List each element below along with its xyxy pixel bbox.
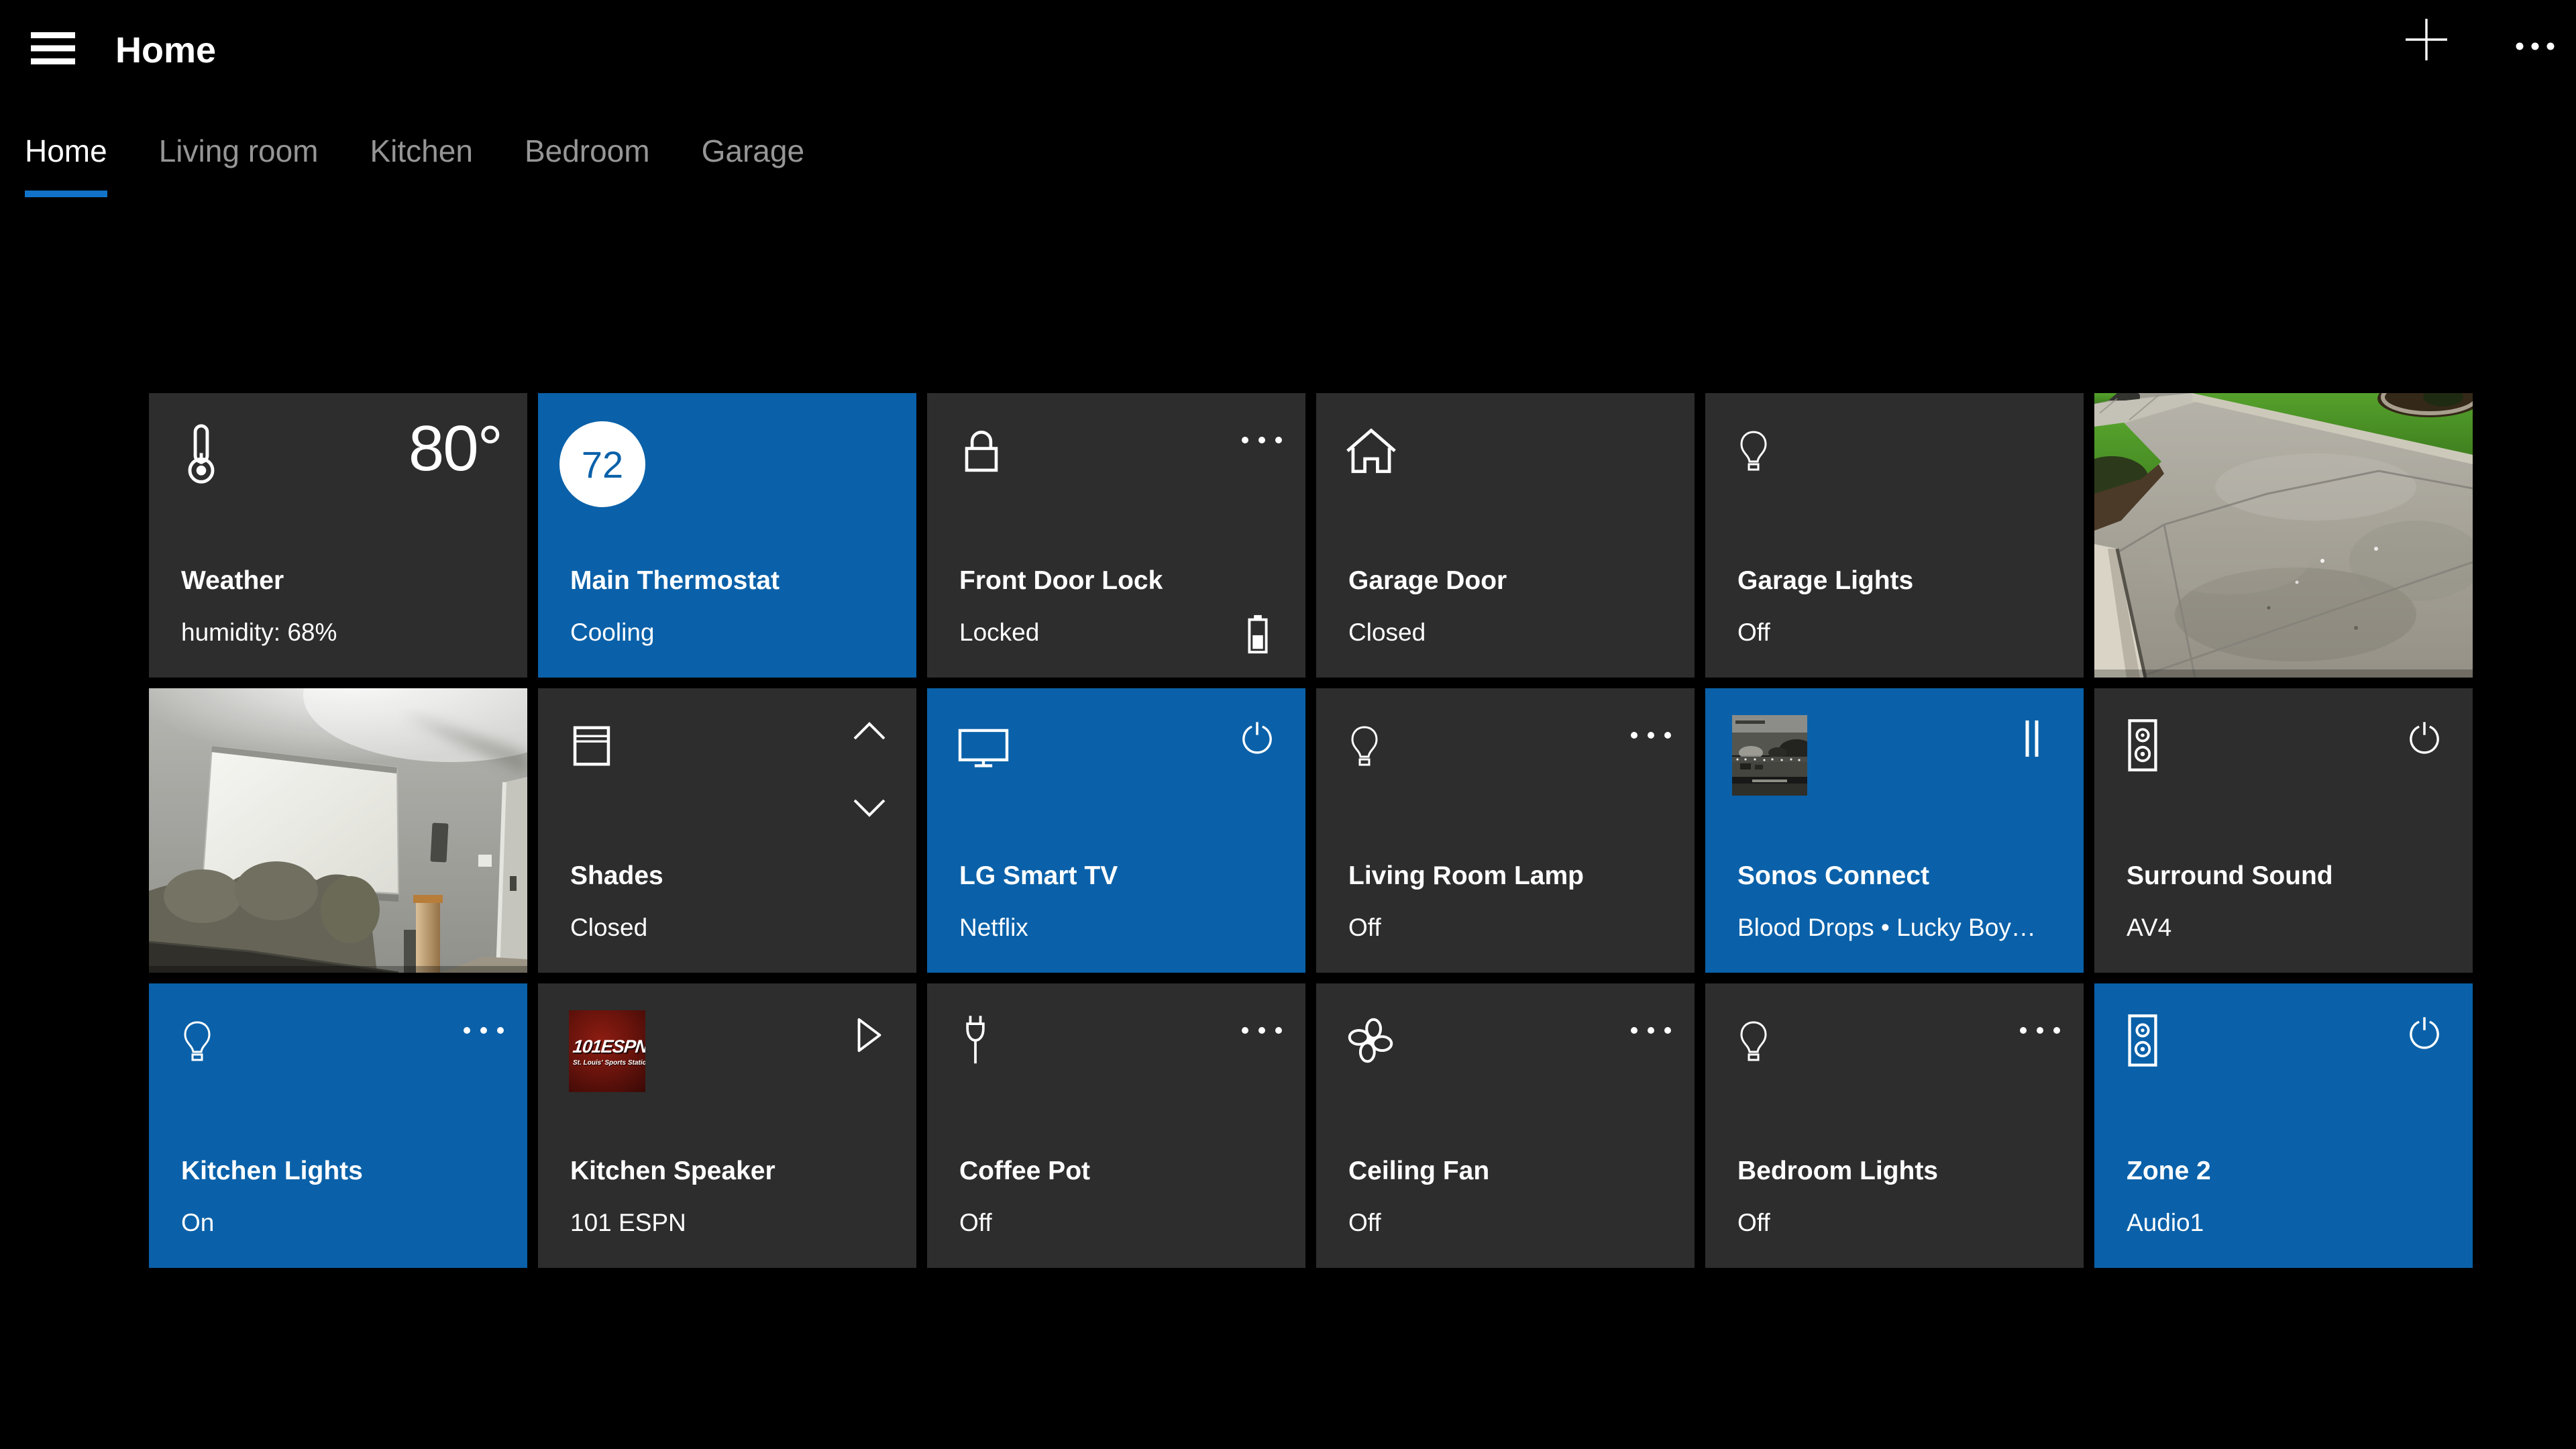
tile-ceiling-fan[interactable]: Ceiling Fan Off	[1316, 983, 1695, 1268]
tile-ellipsis-icon[interactable]	[1630, 731, 1672, 739]
tile-garage-door[interactable]: Garage Door Closed	[1316, 393, 1695, 678]
ellipsis-icon[interactable]	[2516, 42, 2556, 51]
tile-status: Off	[1348, 1209, 1381, 1237]
garage-door-icon	[1344, 425, 1398, 475]
tile-title: Weather	[181, 566, 284, 596]
tile-title: LG Smart TV	[959, 861, 1118, 891]
tile-title: Ceiling Fan	[1348, 1157, 1489, 1186]
station-art: 101ESPN St. Louis' Sports Station	[569, 1010, 645, 1092]
tile-kitchen-lights[interactable]: Kitchen Lights On	[149, 983, 527, 1268]
tile-status: Cooling	[570, 619, 654, 647]
room-tabs: Home Living room Kitchen Bedroom Garage	[25, 133, 804, 197]
tile-ellipsis-icon[interactable]	[1241, 436, 1283, 444]
speaker-icon	[2125, 1013, 2160, 1068]
tile-zone-2[interactable]: Zone 2 Audio1	[2094, 983, 2473, 1268]
tile-title: Kitchen Speaker	[570, 1157, 775, 1186]
station-art-subtitle: St. Louis' Sports Station	[573, 1059, 645, 1067]
tile-front-door-lock[interactable]: Front Door Lock Locked	[927, 393, 1305, 678]
tile-lg-smart-tv[interactable]: LG Smart TV Netflix	[927, 688, 1305, 973]
tile-garage-lights[interactable]: Garage Lights Off	[1705, 393, 2084, 678]
tile-sonos-connect[interactable]: Sonos Connect Blood Drops • Lucky Boy…	[1705, 688, 2084, 973]
tab-bedroom[interactable]: Bedroom	[525, 133, 650, 197]
pause-icon[interactable]	[2022, 718, 2042, 759]
tile-status: On	[181, 1209, 214, 1237]
outdoor-temperature: 80°	[409, 412, 502, 486]
lock-icon	[957, 427, 1006, 475]
tile-title: Sonos Connect	[1737, 861, 1929, 891]
tile-title: Front Door Lock	[959, 566, 1163, 596]
tile-ellipsis-icon[interactable]	[463, 1026, 504, 1034]
station-art-title: 101ESPN	[572, 1036, 645, 1057]
tile-living-room-camera[interactable]	[149, 688, 527, 973]
thermometer-icon	[184, 423, 219, 486]
speaker-icon	[2125, 718, 2160, 773]
driveway-camera-feed	[2094, 393, 2473, 678]
tile-ellipsis-icon[interactable]	[1241, 1026, 1283, 1034]
tile-kitchen-speaker[interactable]: 101ESPN St. Louis' Sports Station Kitche…	[538, 983, 916, 1268]
tile-shades[interactable]: Shades Closed	[538, 688, 916, 973]
plus-icon[interactable]	[2406, 19, 2447, 60]
tile-title: Zone 2	[2127, 1157, 2211, 1186]
tile-status: Off	[1737, 619, 1770, 647]
tile-status: Audio1	[2127, 1209, 2204, 1237]
power-icon[interactable]	[2406, 1013, 2443, 1053]
power-icon[interactable]	[1238, 718, 1276, 758]
tile-title: Bedroom Lights	[1737, 1157, 1938, 1186]
tile-title: Surround Sound	[2127, 861, 2333, 891]
battery-icon	[1245, 613, 1271, 655]
page-title: Home	[115, 30, 216, 71]
lightbulb-icon	[1736, 1014, 1771, 1068]
tile-title: Garage Door	[1348, 566, 1507, 596]
tile-title: Shades	[570, 861, 663, 891]
tile-title: Main Thermostat	[570, 566, 780, 596]
tile-status: Closed	[1348, 619, 1426, 647]
tile-status: Netflix	[959, 914, 1028, 942]
tile-title: Kitchen Lights	[181, 1157, 363, 1186]
lightbulb-icon	[1347, 719, 1382, 773]
tile-status: humidity: 68%	[181, 619, 337, 647]
tile-main-thermostat[interactable]: 72 Main Thermostat Cooling	[538, 393, 916, 678]
tab-garage[interactable]: Garage	[702, 133, 804, 197]
tile-coffee-pot[interactable]: Coffee Pot Off	[927, 983, 1305, 1268]
tile-status: AV4	[2127, 914, 2171, 942]
shade-down-chevron-icon[interactable]	[852, 797, 887, 820]
tile-living-room-lamp[interactable]: Living Room Lamp Off	[1316, 688, 1695, 973]
tile-ellipsis-icon[interactable]	[2019, 1026, 2061, 1034]
tile-status: 101 ESPN	[570, 1209, 686, 1237]
tile-title: Garage Lights	[1737, 566, 1913, 596]
tile-title: Coffee Pot	[959, 1157, 1090, 1186]
tile-status: Off	[1737, 1209, 1770, 1237]
living-room-camera-feed	[149, 688, 527, 973]
tile-status: Off	[1348, 914, 1381, 942]
tv-icon	[957, 723, 1010, 770]
tile-title: Living Room Lamp	[1348, 861, 1584, 891]
device-tile-grid: 80° Weather humidity: 68% 72 Main Thermo…	[149, 393, 2473, 1268]
app-header: Home	[0, 0, 2576, 94]
fan-icon	[1346, 1016, 1395, 1065]
tile-status: Off	[959, 1209, 992, 1237]
tile-status: Closed	[570, 914, 647, 942]
hamburger-menu-icon[interactable]	[31, 32, 75, 64]
tab-kitchen[interactable]: Kitchen	[370, 133, 473, 197]
lightbulb-icon	[180, 1014, 215, 1068]
shade-up-chevron-icon[interactable]	[852, 719, 887, 742]
tile-driveway-camera[interactable]	[2094, 393, 2473, 678]
tab-home[interactable]: Home	[25, 133, 107, 197]
thermostat-setpoint-badge: 72	[559, 421, 645, 507]
lightbulb-icon	[1736, 424, 1771, 478]
window-shade-icon	[569, 723, 614, 769]
tile-weather[interactable]: 80° Weather humidity: 68%	[149, 393, 527, 678]
tab-living-room[interactable]: Living room	[159, 133, 319, 197]
album-art	[1732, 715, 1807, 796]
power-icon[interactable]	[2406, 718, 2443, 758]
plug-icon	[959, 1013, 991, 1071]
tile-surround-sound[interactable]: Surround Sound AV4	[2094, 688, 2473, 973]
play-icon[interactable]	[855, 1016, 884, 1055]
tile-status: Blood Drops • Lucky Boy…	[1737, 914, 2036, 942]
tile-ellipsis-icon[interactable]	[1630, 1026, 1672, 1034]
tile-bedroom-lights[interactable]: Bedroom Lights Off	[1705, 983, 2084, 1268]
tile-status: Locked	[959, 619, 1039, 647]
